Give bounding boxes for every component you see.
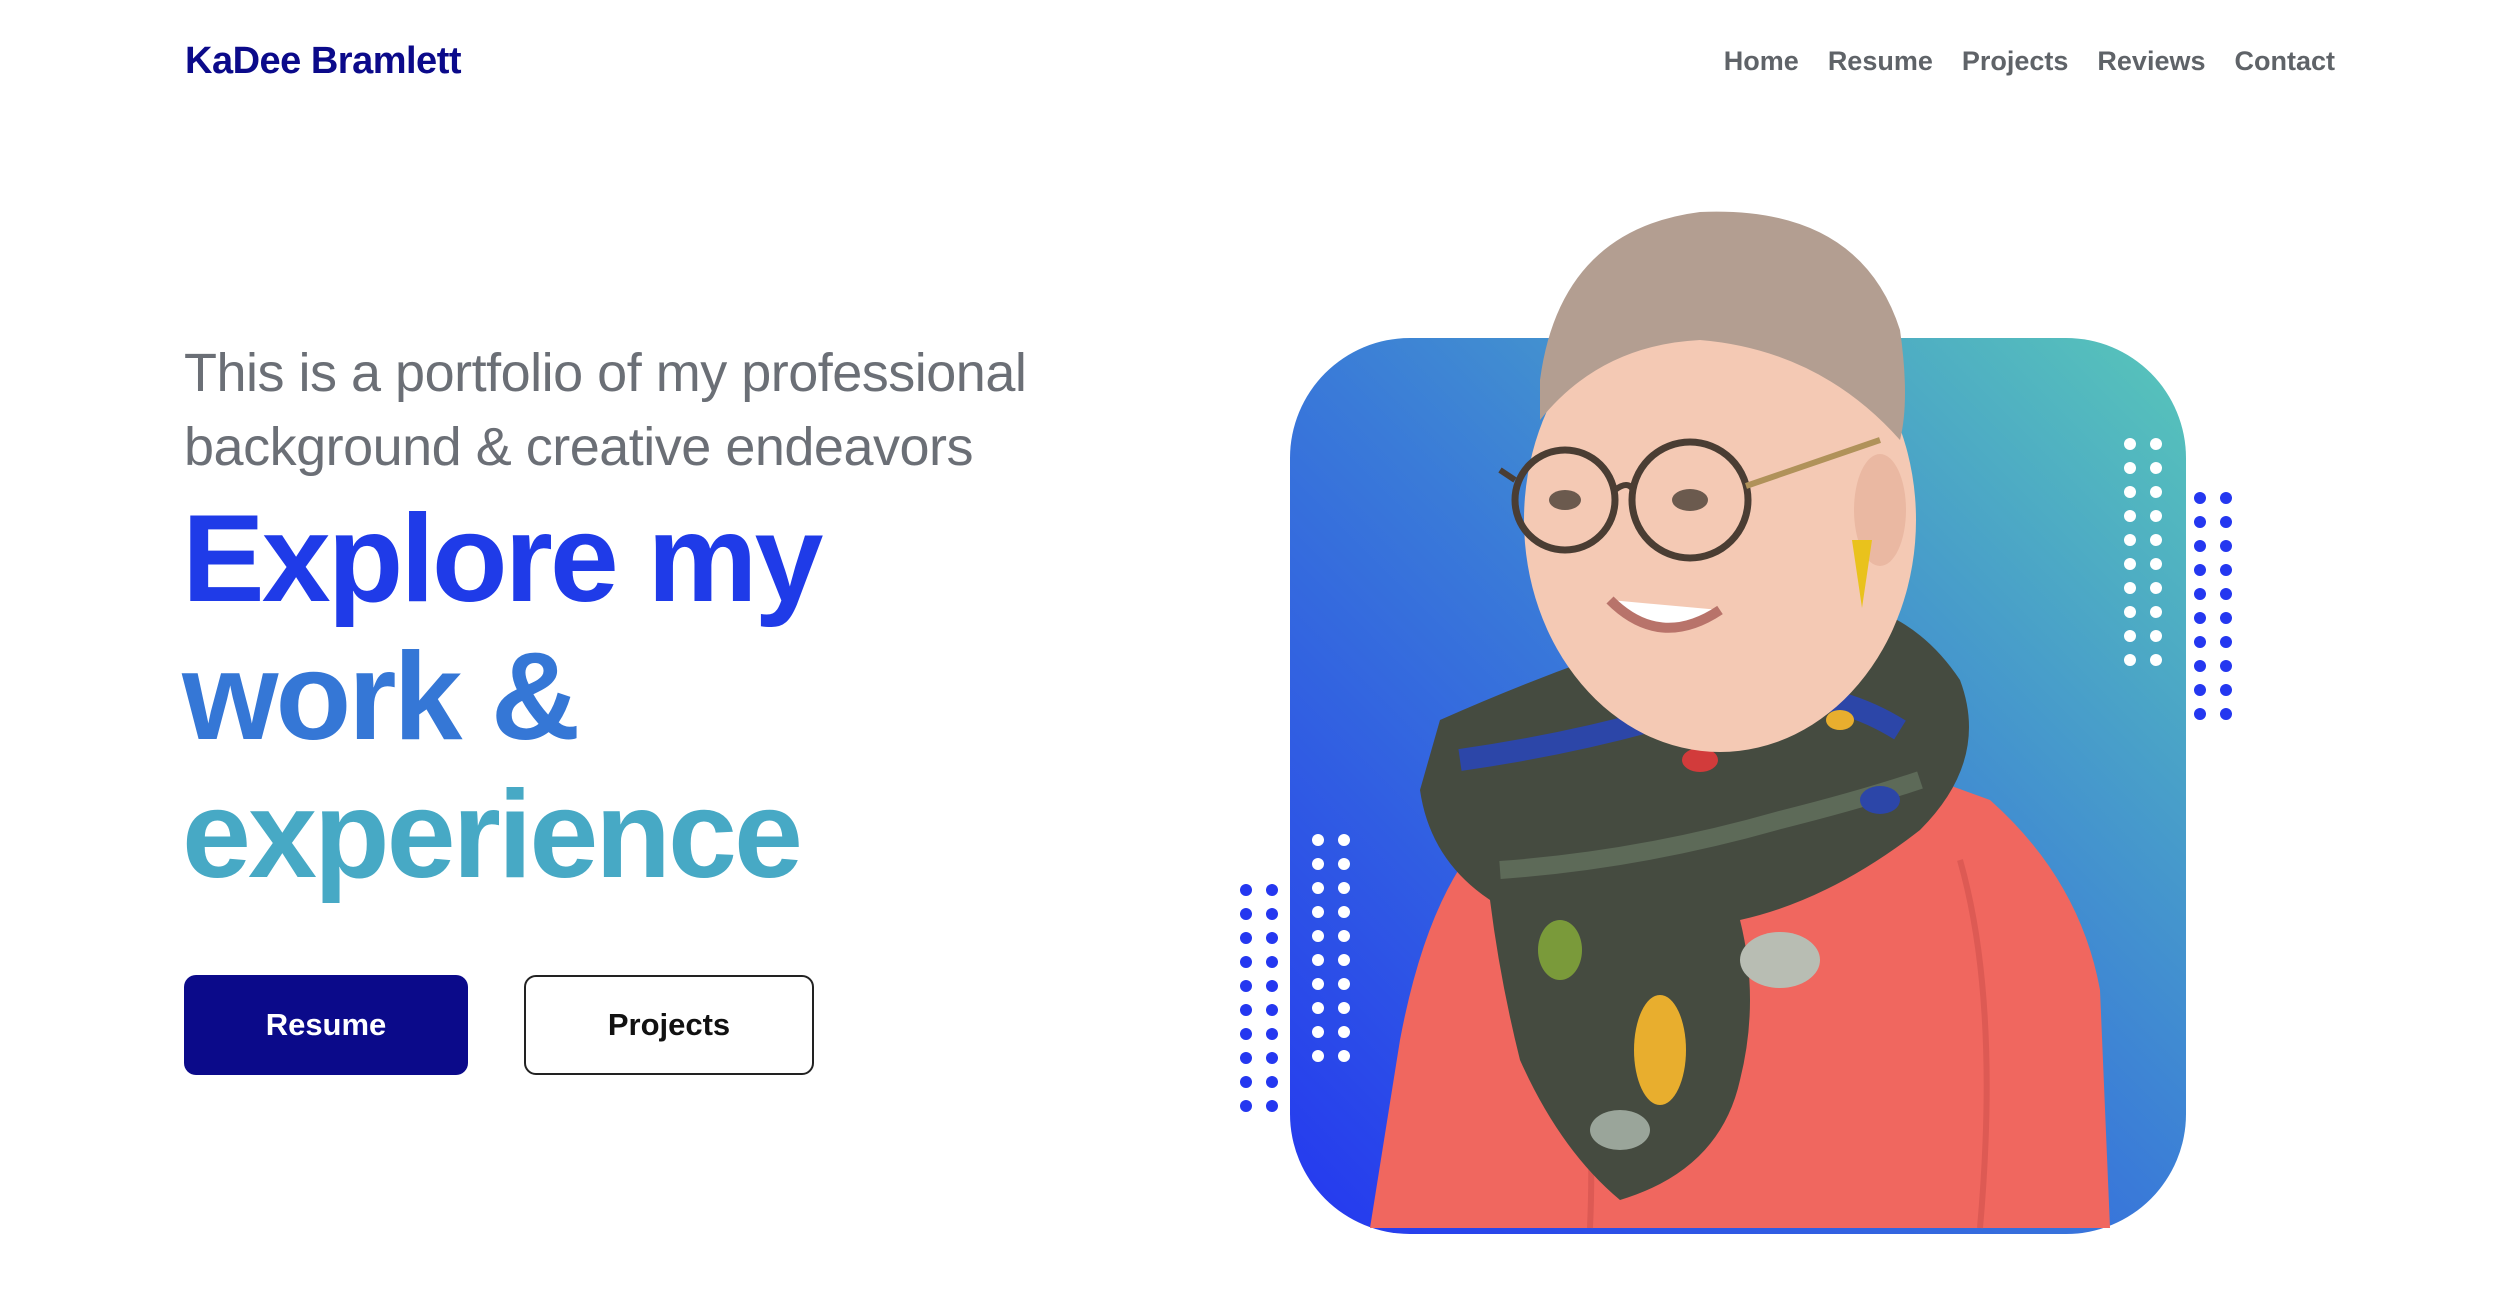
portrait-photo: [1370, 211, 2110, 1229]
face: [1524, 211, 1916, 752]
portfolio-page: KaDee Bramlett Home Resume Projects Revi…: [0, 0, 2510, 1292]
